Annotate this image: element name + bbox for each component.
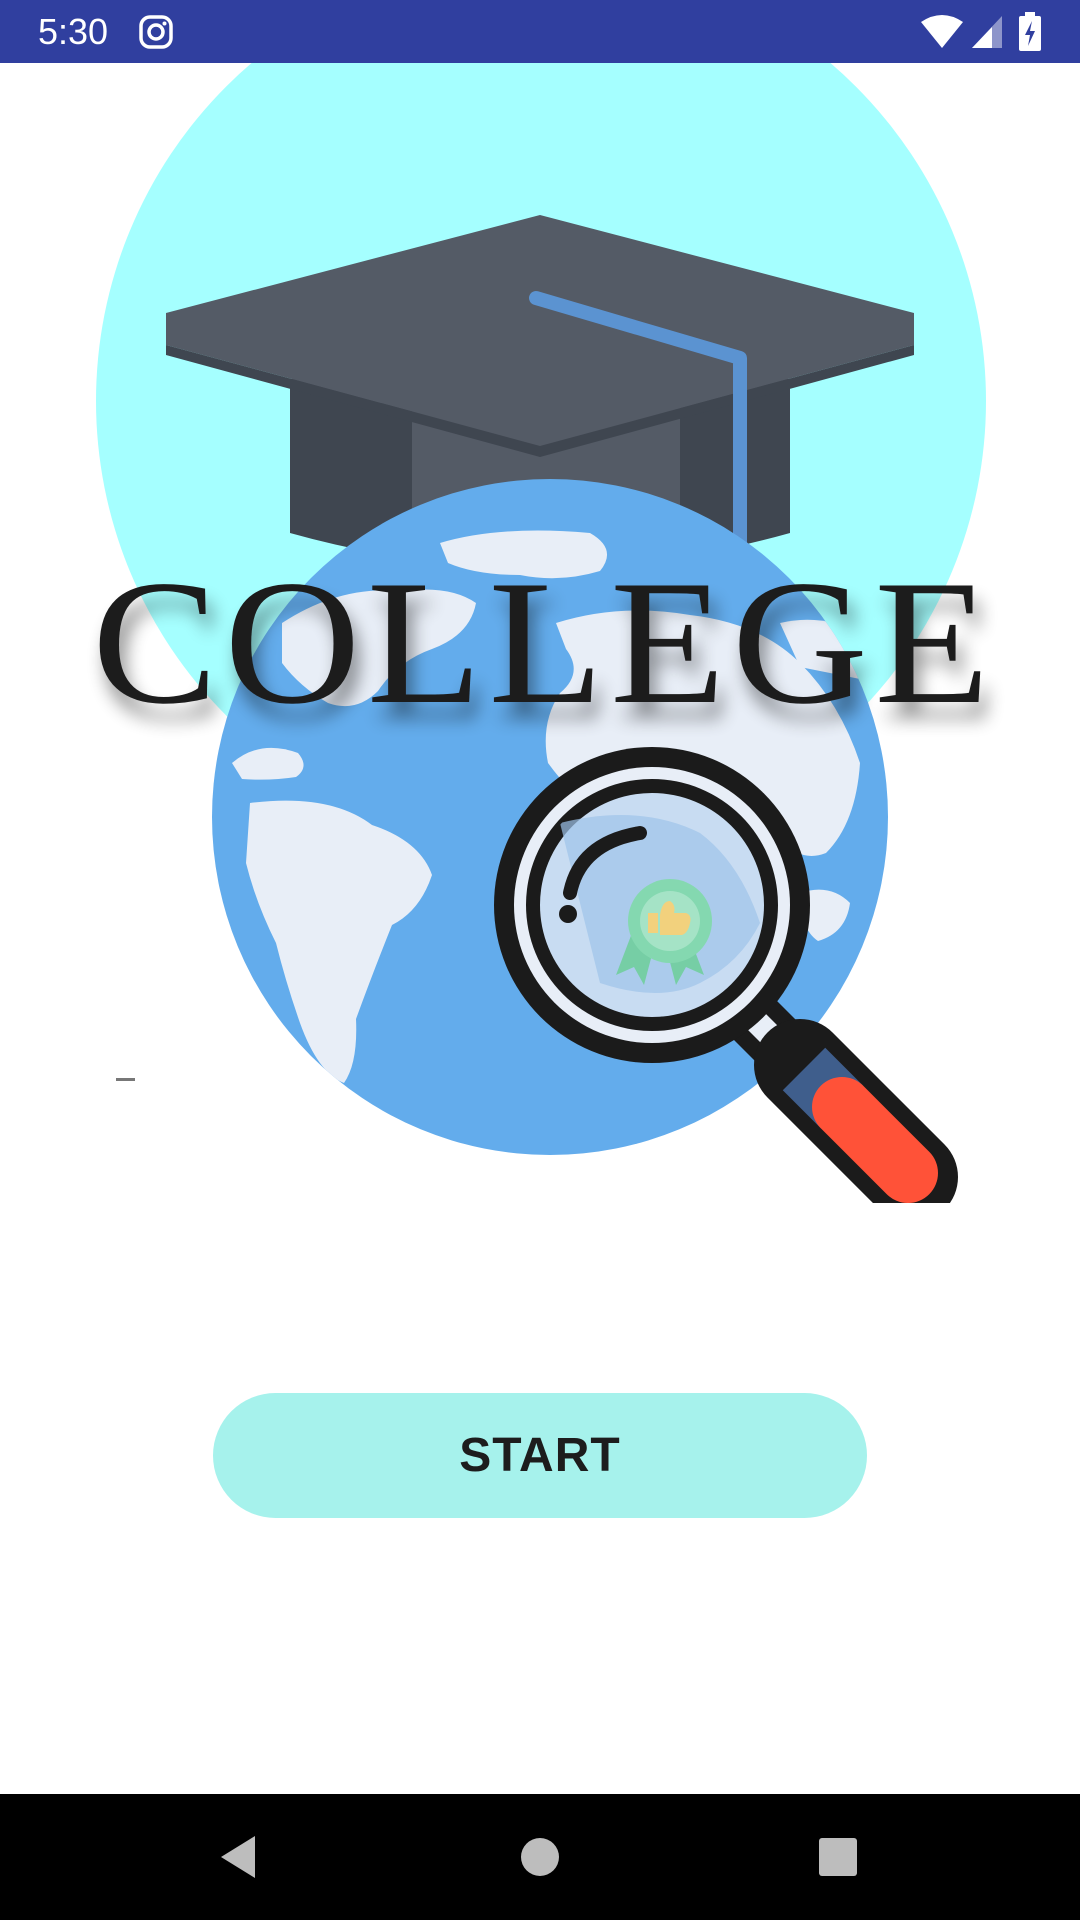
back-button[interactable] xyxy=(205,1822,275,1892)
progress-dash xyxy=(116,1078,135,1081)
home-icon xyxy=(521,1838,559,1876)
navigation-bar xyxy=(0,1794,1080,1920)
recents-button[interactable] xyxy=(803,1822,873,1892)
college-logo-illustration: COLLEGE xyxy=(92,63,996,1203)
status-time: 5:30 xyxy=(38,11,109,52)
cellular-signal-icon xyxy=(970,14,1004,55)
wifi-icon xyxy=(920,14,964,55)
battery-charging-icon xyxy=(1018,12,1042,57)
start-button[interactable]: START xyxy=(213,1393,867,1518)
status-bar: 5:30 xyxy=(0,0,1080,63)
college-title: COLLEGE xyxy=(92,543,996,741)
back-icon xyxy=(221,1836,255,1878)
recents-icon xyxy=(819,1838,857,1876)
splash-screen: 5:30 COLLEGE START xyxy=(0,0,1080,1920)
instagram-icon xyxy=(138,14,174,55)
home-button[interactable] xyxy=(505,1822,575,1892)
